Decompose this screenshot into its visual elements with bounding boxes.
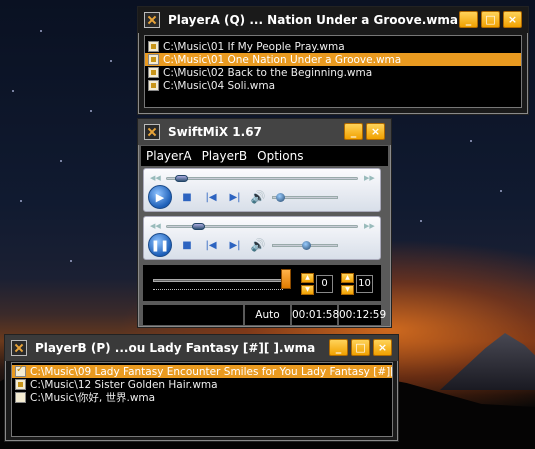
play-button[interactable]: ▶ <box>148 185 172 209</box>
playlist-row[interactable]: C:\Music\01 One Nation Under a Groove.wm… <box>145 53 521 66</box>
close-button[interactable]: × <box>373 339 392 356</box>
down-arrow-icon[interactable]: ▼ <box>301 285 315 295</box>
playerA-playlist[interactable]: C:\Music\01 If My People Pray.wma C:\Musi… <box>144 35 522 108</box>
elapsed-time: 00:01:58 <box>292 305 339 325</box>
fade-start-stepper[interactable]: ▲ ▼ 0 <box>301 271 333 297</box>
crossfade-progress-dots <box>153 289 283 290</box>
seek-thumb[interactable] <box>175 174 188 182</box>
total-time: 00:12:59 <box>339 305 386 325</box>
playerA-seek-bar[interactable] <box>166 174 358 182</box>
stepper-value[interactable]: 0 <box>316 275 333 293</box>
minimize-button[interactable]: _ <box>459 11 478 28</box>
playerB-controls: ◀◀ ▶▶ ❚❚ ■ |◀ ▶| 🔊 <box>143 216 381 260</box>
minimize-button[interactable]: _ <box>344 123 363 140</box>
playlist-row[interactable]: C:\Music\09 Lady Fantasy Encounter Smile… <box>12 365 392 378</box>
track-checkbox[interactable] <box>15 379 26 390</box>
track-path: C:\Music\01 One Nation Under a Groove.wm… <box>163 53 402 66</box>
previous-button[interactable]: |◀ <box>202 236 220 254</box>
main-titlebar[interactable]: SwiftMiX 1.67 _ × <box>138 119 391 145</box>
playerA-titlebar[interactable]: PlayerA (Q) ... Nation Under a Groove.wm… <box>138 7 528 33</box>
track-checkbox[interactable] <box>148 54 159 65</box>
next-button[interactable]: ▶| <box>226 236 244 254</box>
speaker-icon[interactable]: 🔊 <box>250 238 266 252</box>
window-title: PlayerA (Q) ... Nation Under a Groove.wm… <box>168 13 458 27</box>
status-bar: Auto 00:01:58 00:12:59 <box>143 305 386 325</box>
menu-playerB[interactable]: PlayerB <box>197 149 253 163</box>
volume-thumb[interactable] <box>276 192 285 202</box>
track-path: C:\Music\你好, 世界.wma <box>30 392 156 404</box>
swiftmix-app-icon <box>11 340 27 356</box>
track-path: C:\Music\09 Lady Fantasy Encounter Smile… <box>30 365 392 378</box>
maximize-button[interactable]: □ <box>481 11 500 28</box>
status-blank <box>143 305 243 325</box>
window-title: PlayerB (P) ...ou Lady Fantasy [#][ ].wm… <box>35 341 316 355</box>
up-arrow-icon[interactable]: ▲ <box>341 273 355 283</box>
menu-bar: PlayerA PlayerB Options <box>141 146 388 166</box>
track-checkbox[interactable] <box>148 80 159 91</box>
track-checkbox[interactable] <box>148 67 159 78</box>
mode-indicator[interactable]: Auto <box>245 305 290 325</box>
next-icon: ▶| <box>229 191 241 203</box>
stop-button[interactable]: ■ <box>178 188 196 206</box>
up-arrow-icon[interactable]: ▲ <box>301 273 315 283</box>
fast-forward-small-icon[interactable]: ▶▶ <box>364 222 375 230</box>
crossfade-panel: ▲ ▼ 0 ▲ ▼ 10 <box>143 265 381 301</box>
track-path: C:\Music\04 Soli.wma <box>163 79 276 92</box>
swiftmix-main-window: SwiftMiX 1.67 _ × PlayerA PlayerB Option… <box>137 118 392 328</box>
window-title: SwiftMiX 1.67 <box>168 125 262 139</box>
playerB-playlist[interactable]: C:\Music\09 Lady Fantasy Encounter Smile… <box>11 362 393 437</box>
rewind-small-icon[interactable]: ◀◀ <box>150 222 161 230</box>
pause-button[interactable]: ❚❚ <box>148 233 172 257</box>
next-icon: ▶| <box>229 239 241 251</box>
stop-icon: ■ <box>182 239 192 251</box>
playerB-playlist-window: PlayerB (P) ...ou Lady Fantasy [#][ ].wm… <box>4 334 399 442</box>
track-checkbox[interactable] <box>148 41 159 52</box>
close-button[interactable]: × <box>503 11 522 28</box>
swiftmix-app-icon <box>144 12 160 28</box>
stepper-value[interactable]: 10 <box>356 275 373 293</box>
previous-button[interactable]: |◀ <box>202 188 220 206</box>
track-checkbox[interactable] <box>15 392 26 403</box>
down-arrow-icon[interactable]: ▼ <box>341 285 355 295</box>
volume-thumb[interactable] <box>302 240 311 250</box>
track-path: C:\Music\02 Back to the Beginning.wma <box>163 66 373 79</box>
menu-options[interactable]: Options <box>252 149 308 163</box>
playlist-row[interactable]: C:\Music\你好, 世界.wma <box>12 391 392 404</box>
fast-forward-small-icon[interactable]: ▶▶ <box>364 174 375 182</box>
menu-playerA[interactable]: PlayerA <box>141 149 197 163</box>
seek-thumb[interactable] <box>192 222 205 230</box>
rewind-small-icon[interactable]: ◀◀ <box>150 174 161 182</box>
crossfade-slider[interactable] <box>153 279 283 282</box>
close-button[interactable]: × <box>366 123 385 140</box>
speaker-icon[interactable]: 🔊 <box>250 190 266 204</box>
track-checkbox[interactable] <box>15 365 26 377</box>
playlist-row[interactable]: C:\Music\01 If My People Pray.wma <box>145 40 521 53</box>
previous-icon: |◀ <box>205 191 217 203</box>
next-button[interactable]: ▶| <box>226 188 244 206</box>
maximize-button[interactable]: □ <box>351 339 370 356</box>
track-path: C:\Music\01 If My People Pray.wma <box>163 40 345 53</box>
swiftmix-app-icon <box>144 124 160 140</box>
stop-icon: ■ <box>182 191 192 203</box>
playerA-playlist-window: PlayerA (Q) ... Nation Under a Groove.wm… <box>137 6 529 115</box>
fade-length-stepper[interactable]: ▲ ▼ 10 <box>341 271 373 297</box>
playlist-row[interactable]: C:\Music\04 Soli.wma <box>145 79 521 92</box>
pause-icon: ❚❚ <box>150 238 170 252</box>
minimize-button[interactable]: _ <box>329 339 348 356</box>
play-icon: ▶ <box>155 190 165 204</box>
playerA-volume-slider[interactable] <box>272 192 338 202</box>
previous-icon: |◀ <box>205 239 217 251</box>
track-path: C:\Music\12 Sister Golden Hair.wma <box>30 378 218 391</box>
playlist-row[interactable]: C:\Music\12 Sister Golden Hair.wma <box>12 378 392 391</box>
playerB-titlebar[interactable]: PlayerB (P) ...ou Lady Fantasy [#][ ].wm… <box>5 335 398 361</box>
stop-button[interactable]: ■ <box>178 236 196 254</box>
playerA-controls: ◀◀ ▶▶ ▶ ■ |◀ ▶| 🔊 <box>143 168 381 212</box>
playerB-volume-slider[interactable] <box>272 240 338 250</box>
crossfade-knob[interactable] <box>281 269 291 289</box>
playerB-seek-bar[interactable] <box>166 222 358 230</box>
playlist-row[interactable]: C:\Music\02 Back to the Beginning.wma <box>145 66 521 79</box>
